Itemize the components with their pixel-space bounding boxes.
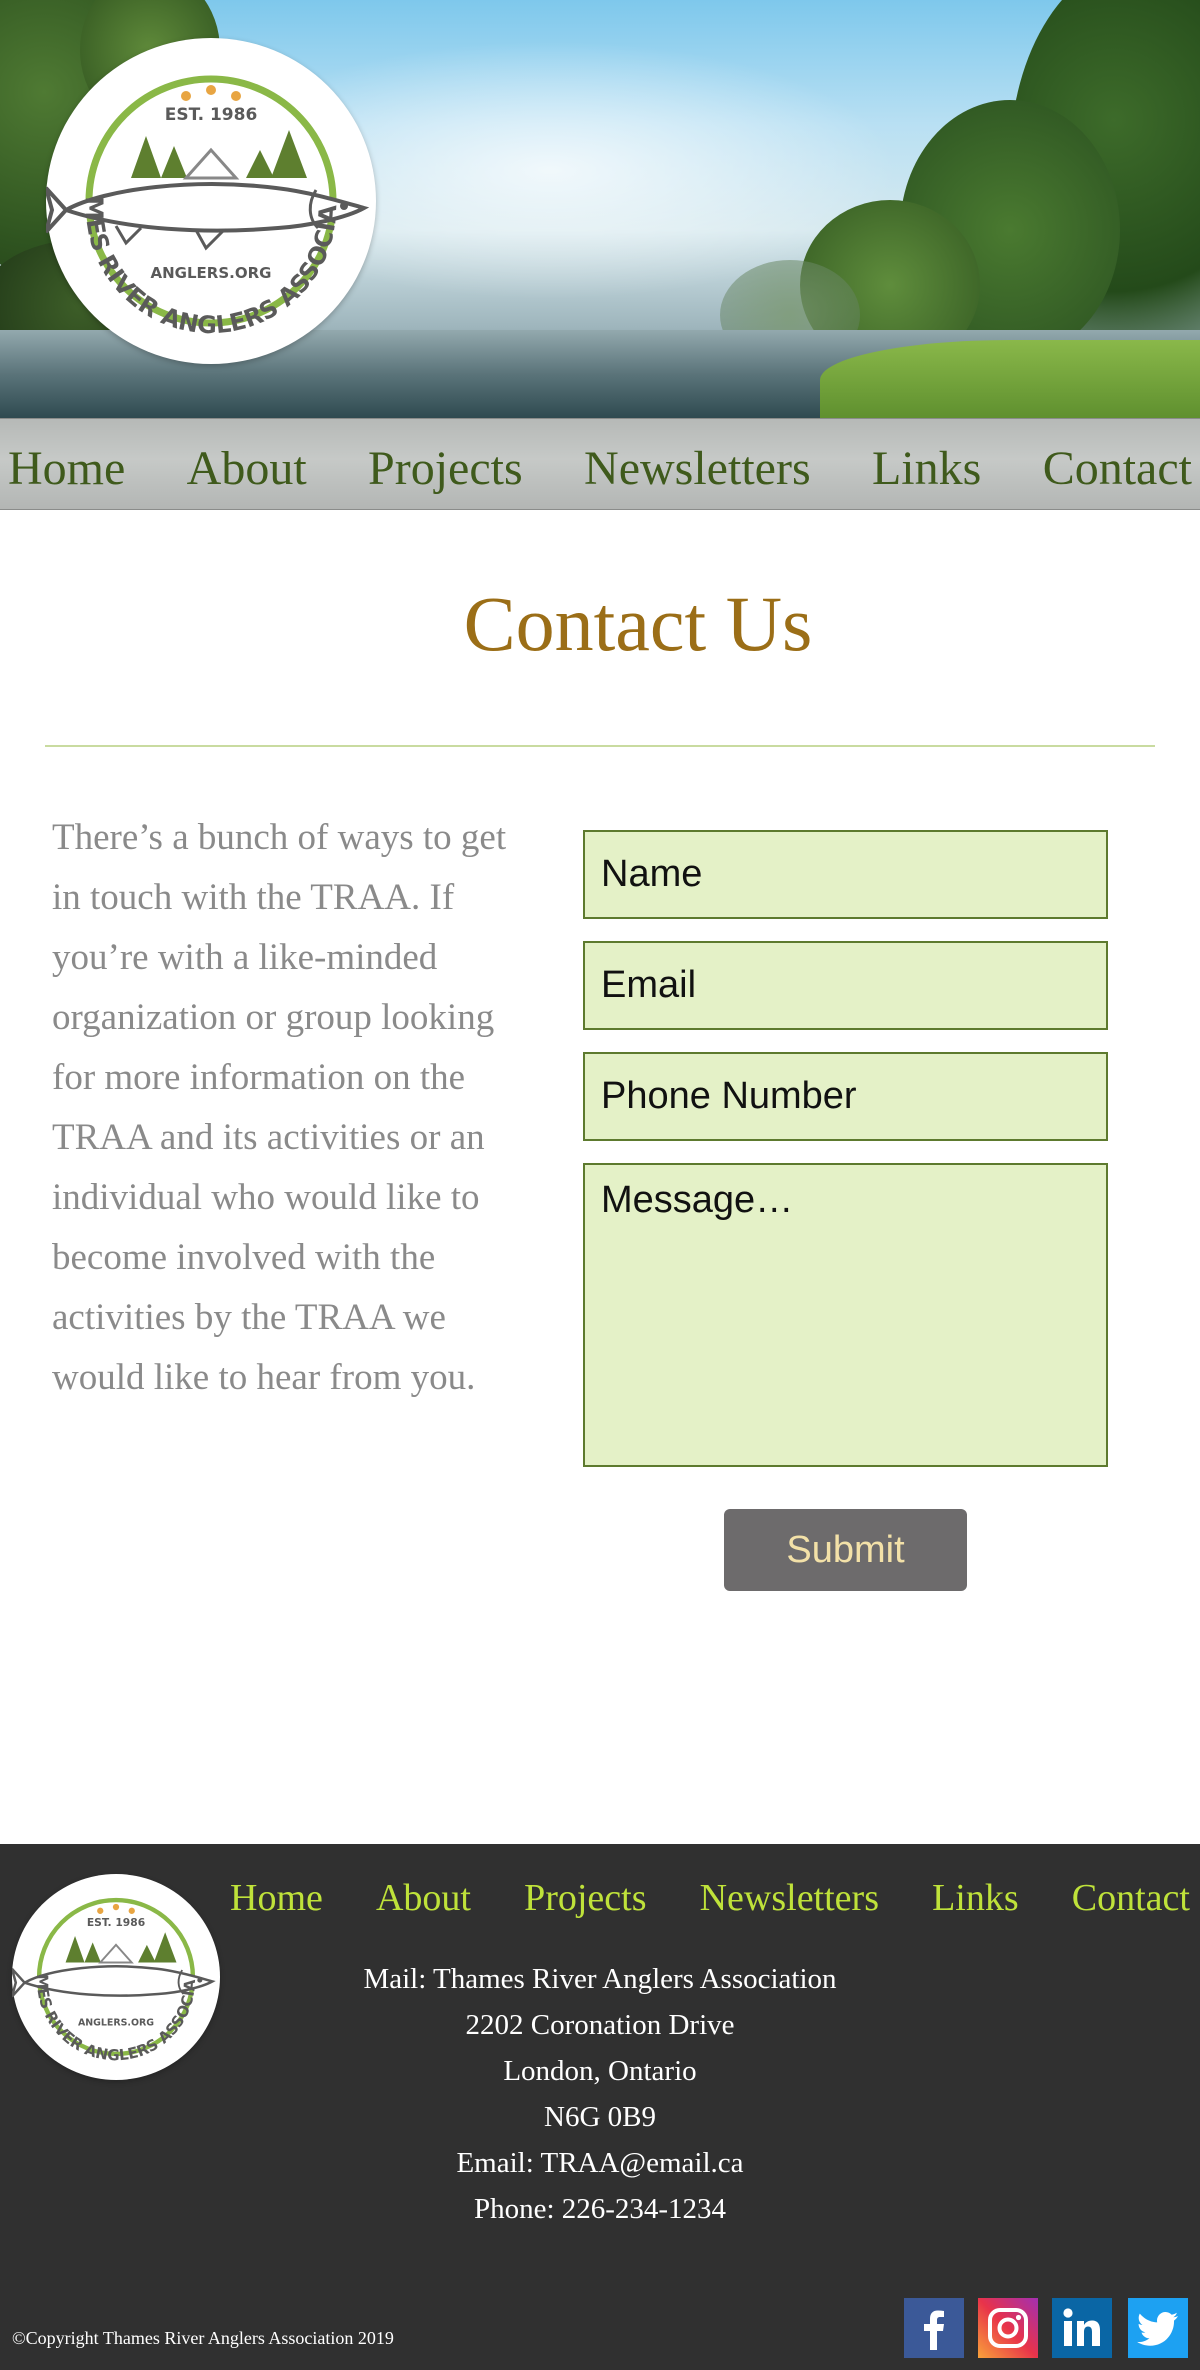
hero-banner: EST. 1986 ANGLERS.ORG THAMES RIVER ANGLE… bbox=[0, 0, 1200, 418]
submit-button[interactable]: Submit bbox=[724, 1509, 967, 1591]
footer: EST. 1986 ANGLERS.ORG THAMES RIVER ANGLE… bbox=[0, 1844, 1200, 2370]
riverbank-grass bbox=[820, 340, 1200, 418]
email-field[interactable] bbox=[583, 941, 1108, 1030]
footer-logo-est-text: EST. 1986 bbox=[87, 1916, 145, 1929]
nav-home[interactable]: Home bbox=[8, 435, 125, 493]
footer-nav-links[interactable]: Links bbox=[932, 1876, 1019, 1920]
page-title: Contact Us bbox=[463, 580, 813, 667]
nav-projects[interactable]: Projects bbox=[368, 435, 523, 493]
logo-site-text: ANGLERS.ORG bbox=[151, 264, 272, 282]
contact-address: Mail: Thames River Anglers Association 2… bbox=[0, 1956, 1200, 2232]
address-email: Email: TRAA@email.ca bbox=[456, 2147, 744, 2179]
copyright-text: ©Copyright Thames River Anglers Associat… bbox=[12, 2328, 394, 2348]
address-postal: N6G 0B9 bbox=[544, 2101, 656, 2133]
intro-text: There’s a bunch of ways to get in touch … bbox=[52, 817, 507, 1398]
address-mail: Mail: Thames River Anglers Association bbox=[363, 1963, 837, 1995]
footer-nav: Home About Projects Newsletters Links Co… bbox=[230, 1876, 1190, 1920]
logo-graphic: EST. 1986 ANGLERS.ORG THAMES RIVER ANGLE… bbox=[46, 38, 370, 351]
address-street: 2202 Coronation Drive bbox=[465, 2009, 735, 2041]
nav-newsletters[interactable]: Newsletters bbox=[584, 435, 811, 493]
footer-nav-home[interactable]: Home bbox=[230, 1876, 323, 1920]
address-phone: Phone: 226-234-1234 bbox=[473, 2193, 727, 2225]
linkedin-icon[interactable] bbox=[1052, 2298, 1112, 2358]
footer-nav-contact[interactable]: Contact bbox=[1072, 1876, 1190, 1920]
logo-est-text: EST. 1986 bbox=[165, 105, 258, 125]
footer-nav-projects[interactable]: Projects bbox=[524, 1876, 646, 1920]
address-city: London, Ontario bbox=[503, 2055, 697, 2087]
footer-nav-about[interactable]: About bbox=[376, 1876, 471, 1920]
instagram-icon[interactable] bbox=[978, 2298, 1038, 2358]
main-nav: Home About Projects Newsletters Links Co… bbox=[0, 418, 1200, 510]
nav-contact[interactable]: Contact bbox=[1043, 435, 1192, 493]
nav-about[interactable]: About bbox=[187, 435, 307, 493]
footer-nav-newsletters[interactable]: Newsletters bbox=[700, 1876, 879, 1920]
phone-field[interactable] bbox=[583, 1052, 1108, 1141]
name-field[interactable] bbox=[583, 830, 1108, 919]
association-logo[interactable]: EST. 1986 ANGLERS.ORG THAMES RIVER ANGLE… bbox=[46, 38, 376, 364]
title-divider bbox=[45, 745, 1155, 747]
facebook-icon[interactable] bbox=[904, 2298, 964, 2358]
nav-links[interactable]: Links bbox=[872, 435, 981, 493]
message-field[interactable] bbox=[583, 1163, 1108, 1467]
twitter-icon[interactable] bbox=[1128, 2298, 1188, 2358]
